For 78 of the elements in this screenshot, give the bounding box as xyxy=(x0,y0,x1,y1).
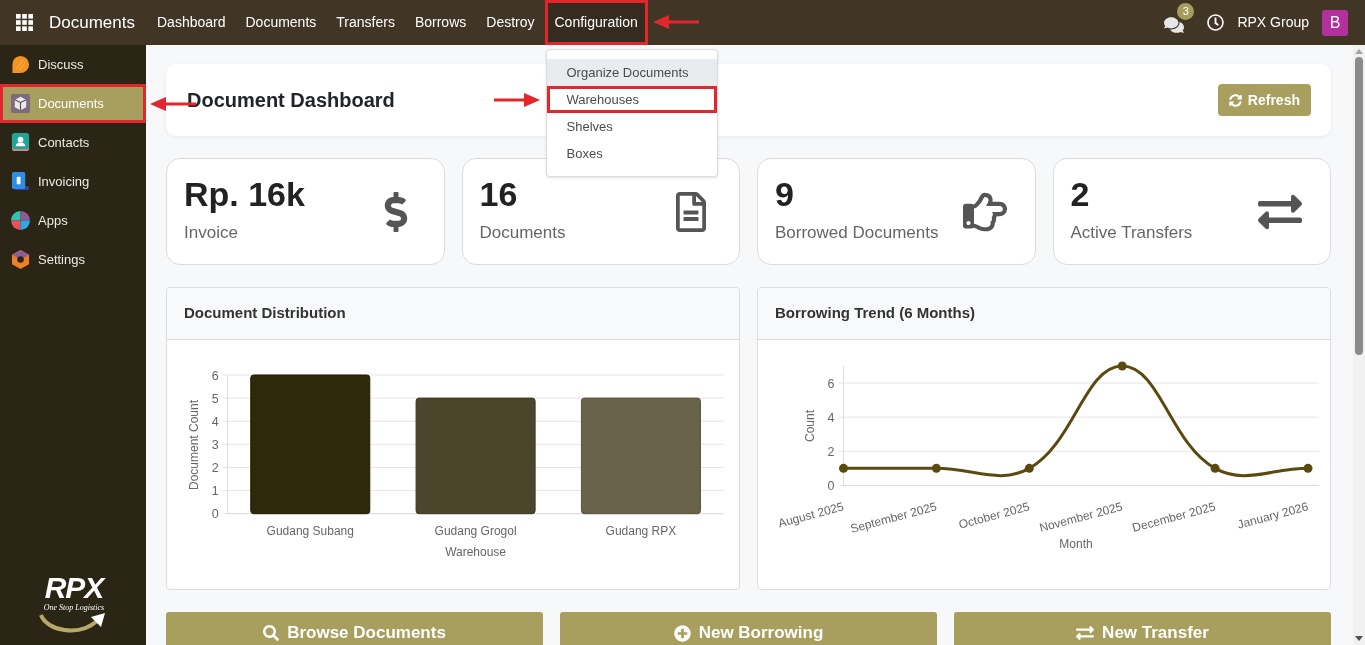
scrollbar[interactable] xyxy=(1353,45,1365,645)
sidebar-item[interactable]: Invoicing xyxy=(0,162,146,201)
stat-label: Invoice xyxy=(184,222,239,245)
dropdown-item[interactable]: Boxes xyxy=(546,140,717,167)
contact-card-icon xyxy=(11,133,30,152)
logo-wordmark: RPX xyxy=(44,573,104,603)
dropdown-item[interactable]: Shelves xyxy=(546,113,717,140)
axis-tick-label: 6 xyxy=(211,368,219,383)
category-label: August 2025 xyxy=(776,499,846,531)
stat-value: 2 xyxy=(1070,177,1091,212)
category-label: Gudang Grogol xyxy=(434,524,517,538)
data-point xyxy=(1117,361,1127,371)
app-grid-icon[interactable] xyxy=(16,14,33,31)
axis-title: Warehouse xyxy=(445,545,507,559)
axis-title: Document Count xyxy=(187,400,201,490)
dropdown-item[interactable]: Organize Documents xyxy=(546,59,717,86)
category-label: November 2025 xyxy=(1037,499,1124,535)
category-label: Gudang RPX xyxy=(605,524,677,538)
stat-label: Borrowed Documents xyxy=(775,222,939,245)
exchange-arrows-icon xyxy=(1076,624,1095,642)
category-label: Gudang Subang xyxy=(266,524,354,538)
speech-bubble-icon xyxy=(11,55,30,74)
data-point xyxy=(1024,463,1034,473)
search-icon xyxy=(263,625,280,641)
nav-menu-item[interactable]: Configuration xyxy=(544,0,648,45)
scrollbar-thumb[interactable] xyxy=(1355,57,1363,355)
nav-menu-item[interactable]: Dashboard xyxy=(147,0,236,45)
category-label: December 2025 xyxy=(1130,499,1217,535)
axis-tick-label: 0 xyxy=(211,507,219,522)
axis-tick-label: 3 xyxy=(211,437,219,452)
sidebar-item[interactable]: Contacts xyxy=(0,123,146,162)
sidebar-item[interactable]: Discuss xyxy=(0,45,146,84)
stat-label: Documents xyxy=(479,222,566,245)
axis-tick-label: 5 xyxy=(211,391,219,406)
axis-title: Count xyxy=(803,410,817,442)
clock-icon[interactable] xyxy=(1207,14,1225,31)
axis-tick-label: 2 xyxy=(827,444,835,459)
data-point xyxy=(1303,463,1313,473)
stat-value: 16 xyxy=(479,177,519,212)
axis-tick-label: 0 xyxy=(827,478,835,493)
data-point xyxy=(839,463,848,473)
sidebar-item[interactable]: Apps xyxy=(0,201,146,240)
stat-label: Active Transfers xyxy=(1070,222,1193,245)
nav-menu-item[interactable]: Borrows xyxy=(404,0,477,45)
axis-tick-label: 1 xyxy=(211,484,219,499)
data-point xyxy=(1210,463,1220,473)
axis-tick-label: 2 xyxy=(211,460,219,475)
stat-value: 9 xyxy=(775,177,795,212)
document-tile-icon xyxy=(11,172,30,191)
nav-menu-item[interactable]: Transfers xyxy=(326,0,405,45)
scroll-down-arrow-icon[interactable] xyxy=(1355,636,1363,641)
app-title: Documents xyxy=(49,11,135,34)
nav-menu-item[interactable]: Destroy xyxy=(476,0,545,45)
stat-value: Rp. 16k xyxy=(184,177,305,212)
page-title: Document Dashboard xyxy=(187,88,395,113)
hexagon-icon xyxy=(11,250,30,269)
refresh-icon xyxy=(1228,93,1242,107)
user-avatar[interactable]: B xyxy=(1322,9,1348,36)
data-point xyxy=(931,463,941,473)
chart-title: Borrowing Trend (6 Months) xyxy=(775,303,975,324)
category-label: January 2026 xyxy=(1235,499,1310,532)
annotation-arrow xyxy=(652,15,699,29)
cube-icon xyxy=(11,94,30,113)
logo-tagline: One Stop Logistics xyxy=(43,604,105,612)
axis-title: Month xyxy=(1059,537,1093,551)
axis-tick-label: 4 xyxy=(211,414,219,429)
chat-icon[interactable] xyxy=(1164,14,1185,35)
nav-menu-item[interactable]: Documents xyxy=(235,0,327,45)
category-label: October 2025 xyxy=(957,499,1032,532)
annotation-arrow xyxy=(493,93,540,107)
company-name[interactable]: RPX Group xyxy=(1237,12,1309,33)
notification-badge: 3 xyxy=(1177,2,1195,20)
dropdown-item[interactable]: Warehouses xyxy=(546,86,717,113)
sidebar-item[interactable]: Settings xyxy=(0,240,146,279)
four-color-circle-icon xyxy=(11,211,30,230)
chart-title: Document Distribution xyxy=(184,303,346,324)
axis-tick-label: 4 xyxy=(827,410,835,425)
axis-tick-label: 6 xyxy=(827,376,835,391)
